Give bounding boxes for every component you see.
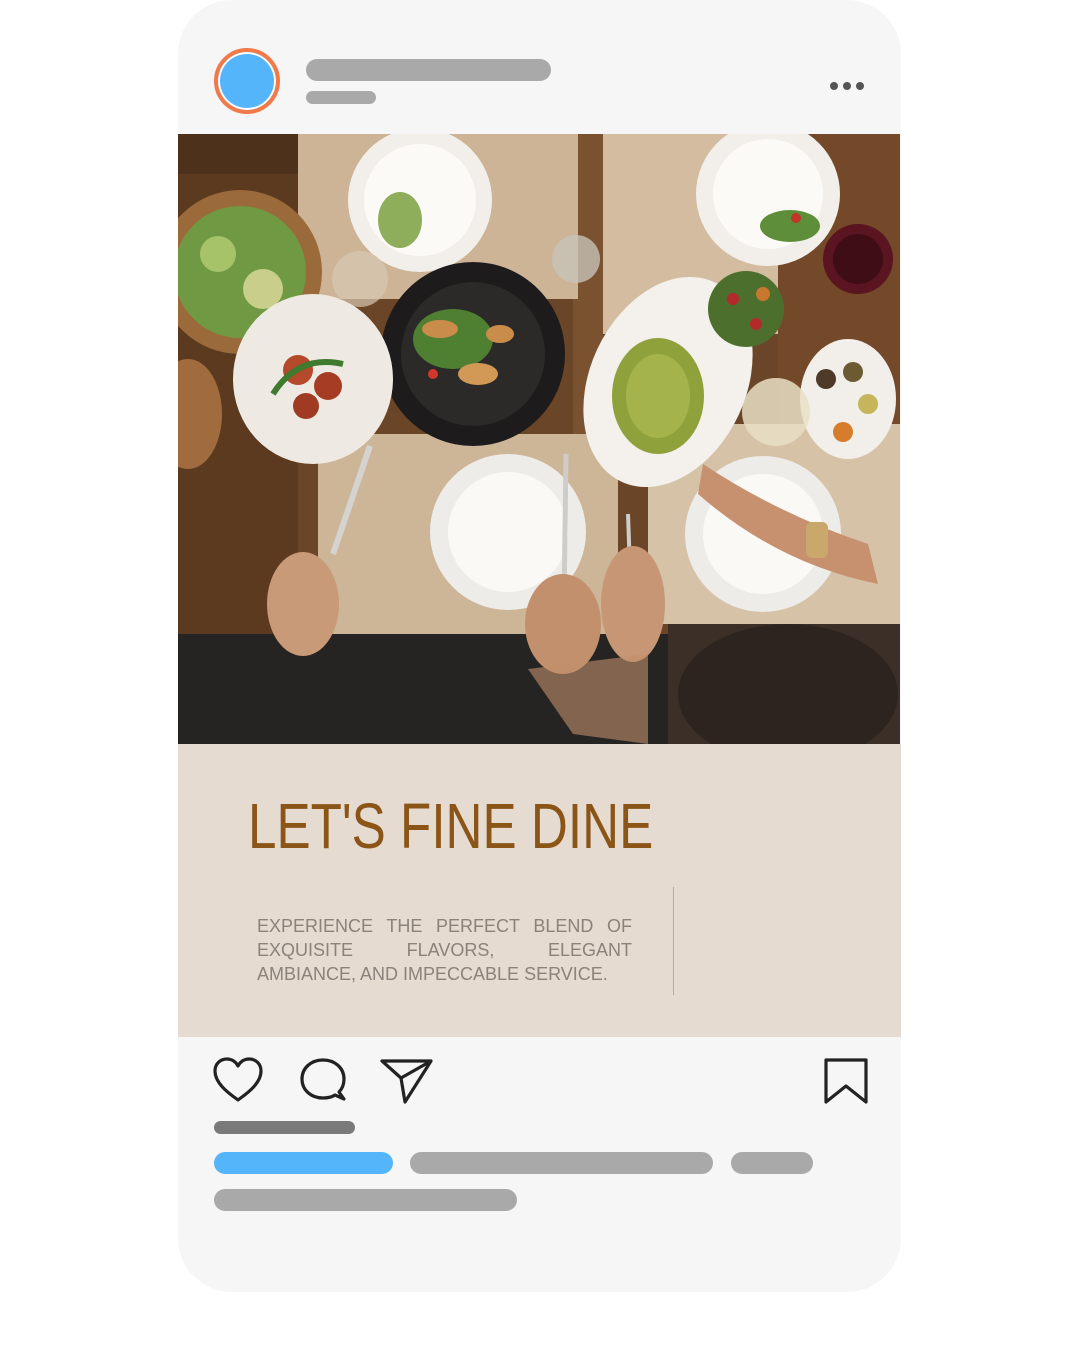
likes-placeholder [214, 1121, 355, 1134]
divider [673, 887, 674, 995]
username-placeholder[interactable] [306, 59, 551, 81]
more-options-icon[interactable] [830, 79, 866, 93]
post-photo[interactable] [178, 134, 900, 744]
bookmark-icon[interactable] [822, 1056, 870, 1108]
avatar[interactable] [214, 48, 280, 114]
heart-icon[interactable] [211, 1056, 265, 1104]
caption-placeholder [214, 1189, 517, 1211]
username-link-placeholder[interactable] [214, 1152, 393, 1174]
post-card: LET'S FINE DINE EXPERIENCE THE PERFECT B… [178, 0, 901, 1292]
location-placeholder [306, 91, 376, 104]
caption-placeholder [410, 1152, 713, 1174]
share-icon[interactable] [379, 1056, 435, 1106]
dining-table-image [178, 134, 900, 744]
caption-placeholder [731, 1152, 813, 1174]
comment-icon[interactable] [299, 1056, 349, 1104]
body-text: EXPERIENCE THE PERFECT BLEND OF EXQUISIT… [257, 916, 632, 984]
headline: LET'S FINE DINE [248, 790, 654, 862]
text-panel: LET'S FINE DINE EXPERIENCE THE PERFECT B… [178, 744, 901, 1037]
